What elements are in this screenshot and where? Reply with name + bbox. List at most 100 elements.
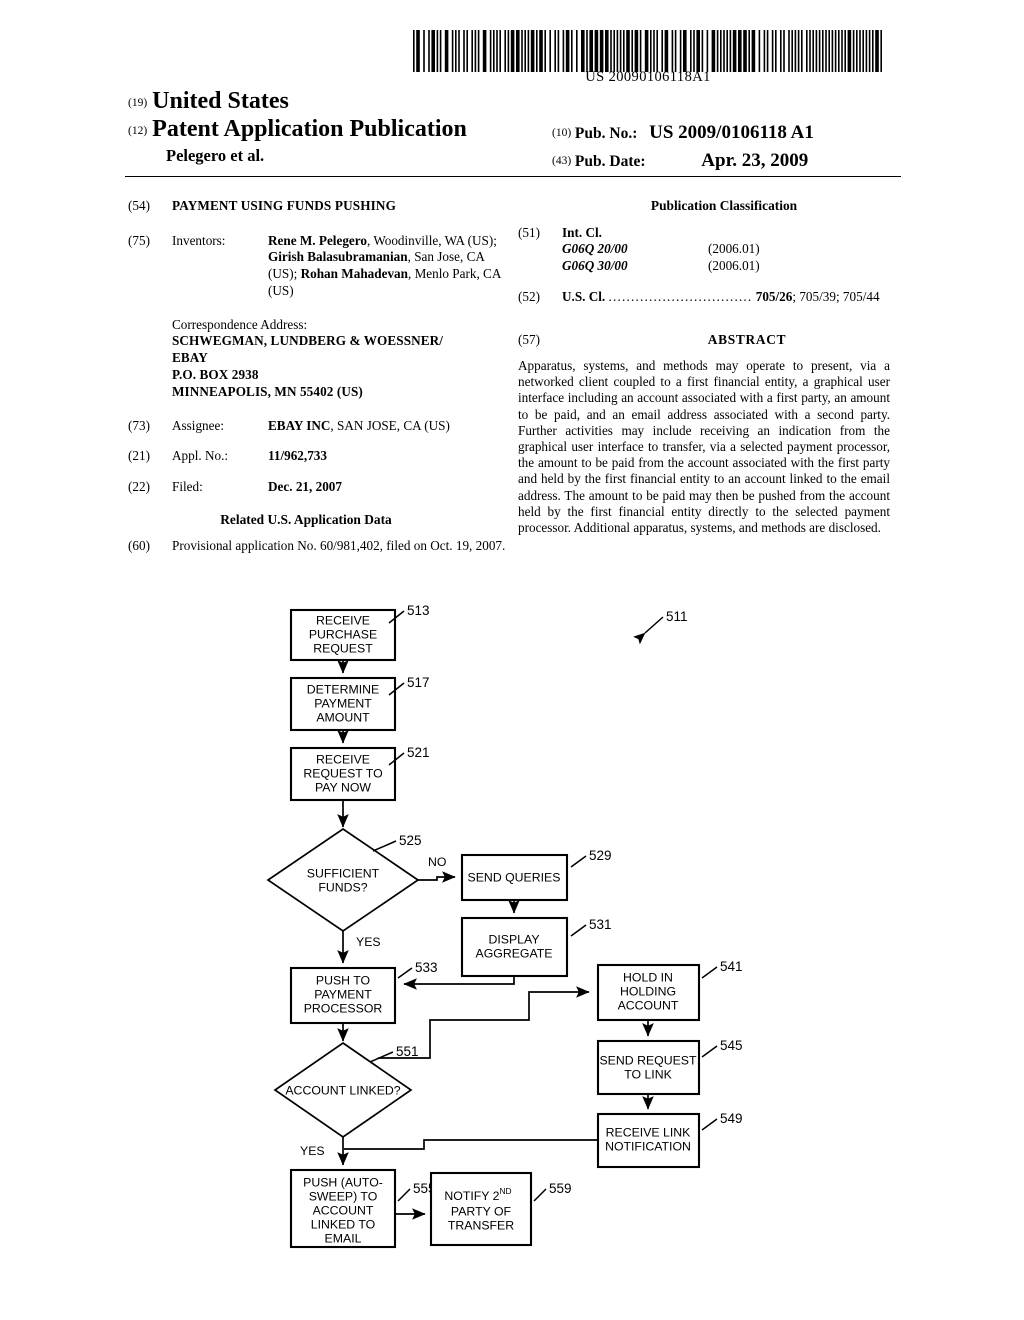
inventors-label: Inventors:: [172, 232, 226, 248]
header-divider: [125, 176, 901, 177]
correspondence-label: Correspondence Address:: [172, 316, 308, 332]
appl-no-label: Appl. No.:: [172, 448, 229, 464]
code-52: (52): [518, 289, 540, 304]
inventors-list: Rene M. Pelegero, Woodinville, WA (US); …: [268, 233, 510, 300]
node-555-line-2: ACCOUNT: [313, 1203, 374, 1217]
leader-555: [397, 1188, 411, 1202]
int-cl-date-0: (2006.01): [708, 241, 760, 256]
us-cl-secondary: ; 705/39; 705/44: [792, 289, 880, 304]
node-549-line-0: RECEIVE LINK: [606, 1125, 692, 1139]
node-529-line-0: SEND QUERIES: [468, 870, 561, 884]
code-10: (10): [552, 127, 572, 139]
related-application-row: (60) Provisional application No. 60/981,…: [128, 538, 510, 555]
code-22: (22): [128, 478, 150, 494]
application-number-row: (21) Appl. No.: 11/962,733: [128, 448, 510, 465]
publication-date-row: (43) Pub. Date: Apr. 23, 2009: [552, 150, 808, 172]
node-555-line-0: PUSH (AUTO-: [303, 1175, 383, 1189]
code-19: (19): [128, 97, 148, 109]
doc-type-line: (12) Patent Application Publication: [128, 116, 467, 143]
country-name: United States: [152, 88, 289, 114]
node-555-line-1: SWEEP) TO: [309, 1189, 378, 1203]
ref-533: 533: [415, 960, 438, 975]
publication-classification-header: Publication Classification: [650, 198, 798, 213]
leader-511: [633, 616, 664, 645]
node-513-line-0: RECEIVE: [316, 613, 370, 627]
node-551-line-0: ACCOUNT LINKED?: [285, 1083, 400, 1097]
ref-529: 529: [589, 848, 612, 863]
edge-549-555: [344, 1139, 598, 1150]
filed-label: Filed:: [172, 478, 203, 494]
leader-533: [397, 967, 413, 979]
assignee-label: Assignee:: [172, 417, 225, 433]
ref-549: 549: [720, 1111, 743, 1126]
node-517-line-2: AMOUNT: [316, 710, 370, 724]
node-521-line-2: PAY NOW: [315, 780, 371, 794]
edge-531-533: [403, 976, 515, 990]
barcode-number: US 20090106118A1: [585, 69, 711, 85]
leader-545: [701, 1045, 718, 1058]
filed-date-row: (22) Filed: Dec. 21, 2007: [128, 479, 510, 496]
leader-541: [701, 966, 718, 979]
bibliographic-right-column: Publication Classification (51) Int. Cl.…: [518, 198, 906, 536]
code-51: (51): [518, 224, 540, 240]
correspondence-address-block: Correspondence Address: SCHWEGMAN, LUNDB…: [172, 317, 510, 401]
assignee-name: EBAY INC: [268, 417, 331, 433]
node-517-line-0: DETERMINE: [307, 682, 379, 696]
int-cl-date-1: (2006.01): [708, 257, 760, 273]
publication-number-row: (10) Pub. No.: US 2009/0106118 A1: [552, 122, 814, 144]
ref-531: 531: [589, 917, 612, 932]
node-513-line-1: PURCHASE: [309, 627, 377, 641]
ref-525: 525: [399, 833, 422, 848]
node-533-line-2: PROCESSOR: [304, 1001, 383, 1015]
node-541-line-2: ACCOUNT: [618, 998, 679, 1012]
node-541-line-1: HOLDING: [620, 984, 676, 998]
inventor-name-0: Rene M. Pelegero: [268, 232, 367, 248]
pub-no-value: US 2009/0106118 A1: [649, 122, 814, 143]
correspondence-line-3: MINNEAPOLIS, MN 55402 (US): [172, 383, 363, 399]
int-cl-code-1: G06Q 30/00: [562, 257, 628, 273]
related-data-header: Related U.S. Application Data: [220, 512, 392, 528]
node-559-line-1: PARTY OF: [451, 1204, 512, 1218]
node-521-line-0: RECEIVE: [316, 752, 370, 766]
node-533-line-1: PAYMENT: [314, 987, 372, 1001]
node-559-line-2: TRANSFER: [448, 1218, 514, 1232]
node-521-line-1: REQUEST TO: [303, 766, 382, 780]
invention-title-row: (54) PAYMENT USING FUNDS PUSHING: [128, 198, 510, 215]
authors-line: Pelegero et al.: [166, 146, 264, 166]
ref-545: 545: [720, 1038, 743, 1053]
pub-no-label: Pub. No.:: [574, 125, 638, 142]
node-559-superscript: ND: [500, 1186, 512, 1196]
node-541-line-0: HOLD IN: [623, 970, 673, 984]
inventor-location-0: , Woodinville, WA (US);: [366, 232, 497, 248]
edge-label-yes-linked: YES: [300, 1144, 325, 1158]
code-21: (21): [128, 448, 150, 464]
ref-541: 541: [720, 959, 743, 974]
code-73: (73): [128, 417, 150, 433]
ref-559: 559: [549, 1181, 572, 1196]
node-555-line-3: LINKED TO: [311, 1217, 375, 1231]
code-12: (12): [128, 125, 148, 137]
flowchart-svg: RECEIVE PURCHASE REQUEST 513 DETERMINE P…: [266, 603, 743, 1249]
node-545-line-0: SEND REQUEST: [599, 1053, 697, 1067]
leader-525: [372, 840, 397, 852]
abstract-text: Apparatus, systems, and methods may oper…: [518, 358, 890, 536]
node-525-line-0: SUFFICIENT: [307, 866, 380, 880]
node-533-line-0: PUSH TO: [316, 973, 370, 987]
bibliographic-left-column: (54) PAYMENT USING FUNDS PUSHING (75) In…: [128, 198, 510, 557]
us-cl-label: U.S. Cl.: [562, 289, 606, 304]
barcode-svg: [413, 30, 882, 72]
int-cl-row: (51) Int. Cl. G06Q 20/00 (2006.01) G06Q …: [518, 225, 906, 275]
us-cl-leader-dots: ................................: [608, 289, 753, 304]
node-549-line-1: NOTIFICATION: [605, 1139, 691, 1153]
code-60: (60): [128, 537, 150, 553]
node-525-line-1: FUNDS?: [318, 880, 367, 894]
correspondence-line-2: P.O. BOX 2938: [172, 367, 259, 383]
code-57: (57): [518, 331, 540, 347]
authors: Pelegero et al.: [166, 146, 265, 165]
leader-559: [533, 1188, 547, 1202]
document-type: Patent Application Publication: [152, 116, 467, 142]
node-531-line-1: AGGREGATE: [476, 946, 553, 960]
barcode: [412, 30, 884, 72]
code-75: (75): [128, 232, 150, 248]
flowchart-figure: RECEIVE PURCHASE REQUEST 513 DETERMINE P…: [0, 595, 1024, 1285]
